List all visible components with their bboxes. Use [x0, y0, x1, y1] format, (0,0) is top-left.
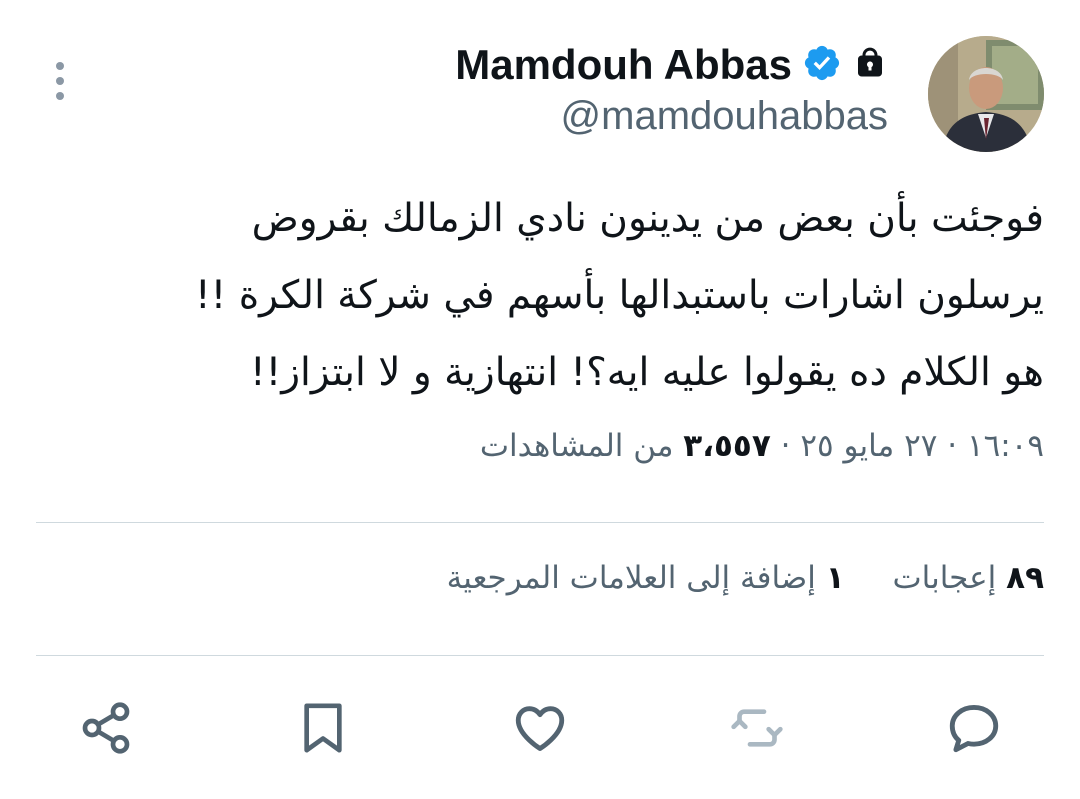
views-label: من المشاهدات [479, 428, 674, 464]
tweet-line: يرسلون اشارات باستبدالها بأسهم في شركة ا… [195, 273, 1044, 318]
tweet-meta: ١٦:٠٩ · ٢٧ مايو ٢٥ · ٣،٥٥٧ من المشاهدات [480, 428, 1044, 464]
like-button[interactable] [508, 696, 572, 760]
bookmarks-label: إضافة إلى العلامات المرجعية [446, 560, 816, 596]
bookmark-icon [304, 703, 342, 753]
meta-separator: · [947, 428, 958, 464]
tweet-time[interactable]: ١٦:٠٩ [967, 428, 1044, 464]
bookmark-button[interactable] [291, 696, 355, 760]
lock-icon [852, 45, 888, 85]
divider [36, 522, 1044, 523]
meta-separator: · [780, 428, 791, 464]
retweet-icon [731, 709, 783, 747]
share-button[interactable] [74, 696, 138, 760]
likes-count: ٨٩ [1006, 560, 1044, 596]
divider [36, 655, 1044, 656]
action-bar [0, 696, 1080, 760]
engagement-stats: ٨٩ إعجابات ١ إضافة إلى العلامات المرجعية [409, 560, 1044, 596]
tweet-date[interactable]: ٢٧ مايو ٢٥ [800, 428, 937, 464]
views-count: ٣،٥٥٧ [683, 428, 771, 464]
reply-icon [949, 705, 999, 753]
author-name[interactable]: Mamdouh Abbas [455, 41, 792, 89]
reply-button[interactable] [942, 696, 1006, 760]
tweet-line: هو الكلام ده يقولوا عليه ايه؟! انتهازية … [249, 350, 1044, 395]
tweet-line: فوجئت بأن بعض من يدينون نادي الزمالك بقر… [251, 196, 1044, 241]
tweet-header: Mamdouh Abbas @mamdouhabbas [455, 36, 888, 139]
retweet-button[interactable] [725, 696, 789, 760]
tweet-text: فوجئت بأن بعض من يدينون نادي الزمالك بقر… [80, 180, 1044, 411]
avatar[interactable] [928, 36, 1044, 152]
bookmarks-stat[interactable]: ١ إضافة إلى العلامات المرجعية [447, 560, 845, 596]
likes-label: إعجابات [892, 560, 997, 596]
author-handle[interactable]: @mamdouhabbas [455, 94, 888, 139]
bookmarks-count: ١ [825, 560, 845, 596]
share-icon [82, 702, 130, 754]
more-options-icon[interactable] [48, 62, 72, 106]
likes-stat[interactable]: ٨٩ إعجابات [883, 560, 1044, 596]
like-icon [515, 706, 565, 751]
verified-badge-icon [802, 43, 842, 87]
